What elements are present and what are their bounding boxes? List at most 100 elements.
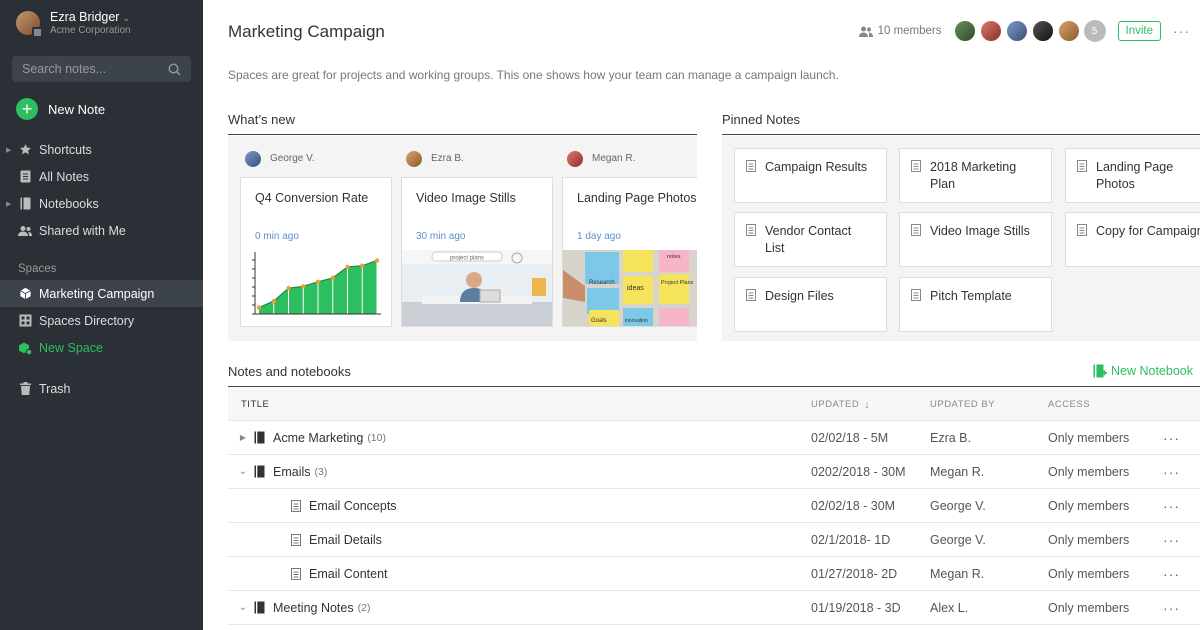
- pinned-note[interactable]: Design Files: [734, 277, 887, 332]
- new-notebook-button[interactable]: New Notebook: [1093, 364, 1193, 378]
- note-card[interactable]: Landing Page Photos 1 day ago Research i…: [562, 177, 697, 327]
- sticky-note-text: Goals: [591, 318, 607, 324]
- chart-point: [256, 305, 262, 310]
- sidebar-item-shared[interactable]: Shared with Me: [0, 217, 203, 244]
- new-note-button[interactable]: + New Note: [0, 96, 203, 122]
- expand-arrow-icon[interactable]: ▶: [6, 200, 11, 208]
- member-avatar[interactable]: [1031, 20, 1054, 42]
- shared-users-icon: [18, 224, 32, 238]
- card-time: 30 min ago: [416, 231, 466, 242]
- table-row[interactable]: Email Content 01/27/2018- 2D Megan R. On…: [228, 557, 1200, 591]
- notes-notebooks-heading: Notes and notebooks: [228, 364, 351, 379]
- note-icon: [18, 170, 32, 184]
- member-avatar[interactable]: [1057, 20, 1080, 42]
- row-more-icon[interactable]: ···: [1163, 421, 1180, 454]
- whats-new-carousel: George V. Q4 Conversion Rate 0 min ago E…: [228, 136, 697, 341]
- chart-point: [286, 286, 291, 291]
- row-updated: 01/27/2018- 2D: [811, 566, 898, 581]
- author-avatar: [406, 150, 422, 167]
- row-more-icon[interactable]: ···: [1163, 557, 1180, 590]
- collapse-arrow-icon[interactable]: ⌄: [238, 466, 248, 477]
- row-more-icon[interactable]: ···: [1163, 523, 1180, 556]
- note-card[interactable]: Video Image Stills 30 min ago project pl…: [401, 177, 553, 327]
- row-title: Emails: [273, 464, 311, 479]
- search-box: [12, 56, 191, 82]
- note-card[interactable]: Q4 Conversion Rate 0 min ago: [240, 177, 392, 327]
- chart-point: [360, 263, 365, 268]
- user-name: Ezra Bridger: [50, 9, 120, 24]
- row-updated-by: George V.: [930, 532, 986, 547]
- members-link[interactable]: 10 members: [858, 25, 942, 37]
- more-options-icon[interactable]: ···: [1173, 23, 1190, 39]
- sidebar-item-label: Shortcuts: [39, 142, 92, 157]
- sidebar-item-shortcuts[interactable]: ▶ Shortcuts: [0, 136, 203, 163]
- new-space-icon: [18, 341, 32, 355]
- search-icon[interactable]: [168, 62, 181, 76]
- note-icon: [1077, 224, 1087, 241]
- sticky-note-text: Research: [589, 280, 615, 286]
- new-space-button[interactable]: New Space: [0, 334, 203, 361]
- pinned-note[interactable]: Video Image Stills: [899, 212, 1052, 267]
- pinned-note[interactable]: Vendor Contact List: [734, 212, 887, 267]
- sort-down-icon: ↓: [864, 398, 871, 411]
- collapse-arrow-icon[interactable]: ⌄: [238, 602, 248, 613]
- note-icon: [911, 289, 921, 306]
- member-avatar[interactable]: [979, 20, 1002, 42]
- chart-point: [330, 275, 335, 281]
- note-icon: [291, 533, 301, 546]
- row-access: Only members: [1048, 600, 1130, 615]
- table-row[interactable]: ▶ Acme Marketing (10) 02/02/18 - 5M Ezra B…: [228, 421, 1200, 455]
- sidebar-item-all-notes[interactable]: All Notes: [0, 163, 203, 190]
- invite-button[interactable]: Invite: [1117, 21, 1161, 41]
- row-title: Email Details: [309, 532, 382, 547]
- space-header: Marketing Campaign 10 members 5 Invite ·…: [228, 20, 1200, 46]
- author-avatar: [245, 150, 261, 167]
- whats-new-heading: What’s new: [228, 112, 697, 135]
- sidebar-item-trash[interactable]: Trash: [0, 375, 203, 402]
- column-title[interactable]: TITLE: [241, 388, 269, 421]
- table-row[interactable]: ⌄ Meeting Notes (2) 01/19/2018 - 3D Alex L…: [228, 591, 1200, 625]
- pinned-note[interactable]: Landing Page Photos: [1065, 148, 1200, 203]
- table-row[interactable]: Email Details 02/1/2018- 1D George V. On…: [228, 523, 1200, 557]
- more-members-badge[interactable]: 5: [1083, 20, 1106, 42]
- trash-icon: [18, 382, 32, 396]
- video-still-thumbnail: project plans: [402, 250, 552, 326]
- row-more-icon[interactable]: ···: [1163, 489, 1180, 522]
- sidebar-item-spaces-directory[interactable]: Spaces Directory: [0, 307, 203, 334]
- expand-arrow-icon[interactable]: ▶: [6, 146, 11, 154]
- note-icon: [746, 289, 756, 306]
- author-avatar: [567, 150, 583, 167]
- directory-icon: [18, 314, 32, 328]
- table-header: TITLE UPDATED ↓ UPDATED BY ACCESS: [228, 388, 1200, 421]
- notes-notebooks-heading-bar: Notes and notebooks New Notebook: [228, 364, 1200, 387]
- pinned-notes-grid: Campaign Results 2018 Marketing Plan Lan…: [722, 136, 1200, 341]
- note-icon: [746, 160, 756, 177]
- member-avatar[interactable]: [953, 20, 976, 42]
- search-input[interactable]: [22, 62, 162, 76]
- pinned-note[interactable]: Pitch Template: [899, 277, 1052, 332]
- pinned-note[interactable]: 2018 Marketing Plan: [899, 148, 1052, 203]
- row-updated: 02/1/2018- 1D: [811, 532, 891, 547]
- row-updated-by: Alex L.: [930, 600, 969, 615]
- member-avatar[interactable]: [1005, 20, 1028, 42]
- row-more-icon[interactable]: ···: [1163, 455, 1180, 488]
- account-switcher[interactable]: Ezra Bridger ⌄ Acme Corporation: [0, 0, 203, 46]
- new-notebook-icon: [1093, 364, 1107, 378]
- pinned-note-title: Landing Page Photos: [1096, 160, 1174, 191]
- row-more-icon[interactable]: ···: [1163, 591, 1180, 624]
- column-updated[interactable]: UPDATED ↓: [811, 388, 870, 421]
- column-access[interactable]: ACCESS: [1048, 388, 1090, 421]
- row-access: Only members: [1048, 464, 1130, 479]
- pinned-note[interactable]: Copy for Campaign: [1065, 212, 1200, 267]
- user-org: Acme Corporation: [50, 24, 131, 36]
- column-updated-label: UPDATED: [811, 399, 860, 410]
- pinned-note[interactable]: Campaign Results: [734, 148, 887, 203]
- activity-card-column: Ezra B.: [389, 136, 541, 181]
- expand-arrow-icon[interactable]: ▶: [238, 433, 248, 442]
- column-updated-by[interactable]: UPDATED BY: [930, 388, 995, 421]
- table-row[interactable]: Email Concepts 02/02/18 - 30M George V. …: [228, 489, 1200, 523]
- table-row[interactable]: ⌄ Emails (3) 0202/2018 - 30M Megan R. Only…: [228, 455, 1200, 489]
- sidebar-item-marketing-campaign[interactable]: Marketing Campaign: [0, 280, 203, 307]
- conversion-chart-thumbnail: [241, 250, 391, 326]
- sidebar-item-notebooks[interactable]: ▶ Notebooks: [0, 190, 203, 217]
